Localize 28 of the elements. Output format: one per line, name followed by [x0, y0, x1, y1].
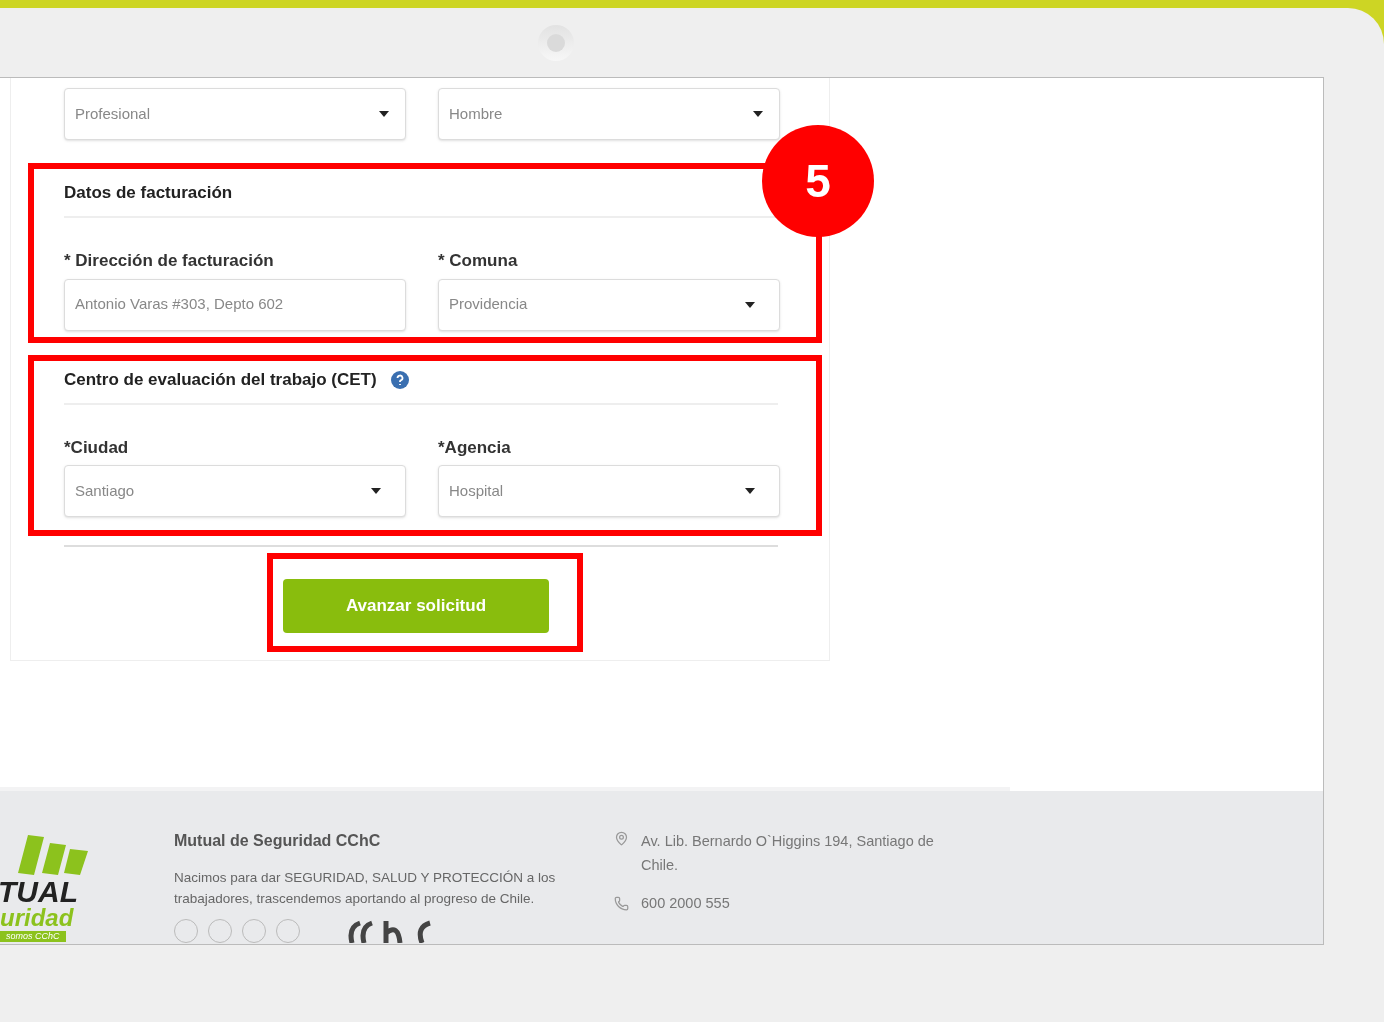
input-field[interactable]: Antonio Varas #303, Depto 602	[64, 278, 406, 331]
logo-tagline: somos CChC	[0, 931, 66, 942]
caret-icon	[745, 488, 755, 494]
caret-icon	[753, 111, 763, 117]
select-field[interactable]: Hombre	[438, 88, 780, 140]
caret-icon	[745, 301, 755, 308]
select-field[interactable]: Hospital	[438, 465, 780, 517]
select-field[interactable]: Santiago	[64, 465, 406, 517]
field-label: *Ciudad	[64, 436, 130, 459]
select-field[interactable]: Providencia	[438, 278, 780, 331]
help-icon[interactable]	[390, 370, 409, 389]
field-label: * Comuna	[438, 250, 519, 272]
section-title: Datos de facturación	[64, 182, 233, 205]
footer-description: Nacimos para dar SEGURIDAD, SALUD Y PROTECCIÓN a los trabajadores, trascendemos aportando al progreso de Chile.	[174, 869, 557, 908]
caret-icon	[371, 488, 381, 494]
footer-title: Mutual de Seguridad CChC	[174, 831, 382, 851]
submit-button[interactable]: Avanzar solicitud	[283, 579, 549, 633]
phone-icon	[614, 896, 629, 912]
footer-address: Av. Lib. Bernardo O`Higgins 194, Santiago de Chile.	[641, 832, 935, 875]
location-icon	[614, 831, 629, 846]
section-title: Centro de evaluación del trabajo (CET)	[64, 368, 377, 391]
footer-phone: 600 2000 555	[641, 894, 730, 913]
logo-text: uridad	[0, 907, 75, 929]
logo-text: TUAL	[0, 877, 79, 907]
caret-icon	[379, 111, 389, 117]
field-label: * Dirección de facturación	[64, 250, 275, 272]
select-field[interactable]: Profesional	[64, 88, 406, 140]
field-label: *Agencia	[438, 436, 512, 459]
